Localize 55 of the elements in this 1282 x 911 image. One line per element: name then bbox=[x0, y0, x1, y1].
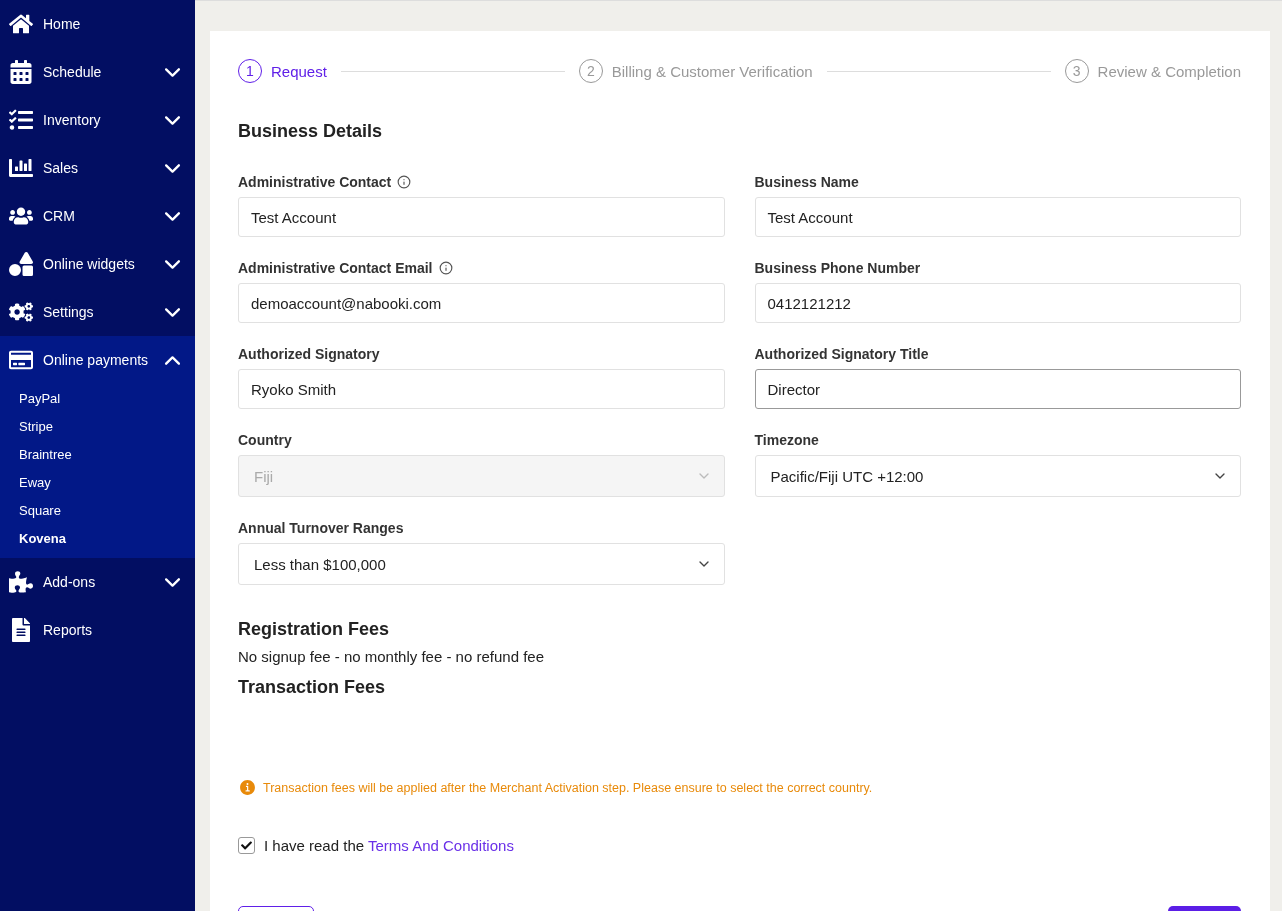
input-field[interactable]: Director bbox=[754, 369, 1241, 409]
select-field[interactable]: Less than $100,000 bbox=[238, 543, 725, 585]
sidebar-item[interactable]: Sales bbox=[0, 144, 195, 192]
notice-text: Transaction fees will be applied after the Merchant Activation step. Please ensure to select the correct country. bbox=[263, 780, 873, 795]
submenu-item[interactable]: Stripe bbox=[0, 412, 195, 440]
step-tab[interactable]: 1 Request bbox=[238, 59, 327, 83]
sidebar-item[interactable]: Schedule bbox=[0, 48, 195, 96]
field-label: Authorized Signatory Title bbox=[754, 346, 929, 362]
info-icon bbox=[438, 261, 453, 275]
select-field[interactable]: Pacific/Fiji UTC +12:00 bbox=[754, 455, 1241, 497]
input-field[interactable]: Test Account bbox=[754, 197, 1241, 237]
field-label: Country bbox=[238, 432, 292, 448]
home-icon bbox=[9, 12, 33, 36]
submenu-item[interactable]: PayPal bbox=[0, 384, 195, 412]
check-icon bbox=[241, 840, 252, 851]
puzzle-icon bbox=[9, 570, 33, 594]
checkbox[interactable] bbox=[238, 837, 255, 854]
sidebar-item[interactable]: Online payments bbox=[0, 336, 195, 384]
calendar-icon bbox=[9, 60, 33, 84]
credit-card-icon bbox=[9, 348, 33, 372]
field-label: Administrative Contact Email bbox=[238, 260, 433, 276]
info-icon bbox=[397, 175, 412, 189]
submenu-item[interactable]: Kovena bbox=[0, 524, 195, 552]
fees-text: No signup fee - no monthly fee - no refund fee bbox=[238, 648, 546, 665]
document-icon bbox=[9, 618, 33, 642]
field-label: Administrative Contact bbox=[238, 174, 392, 190]
sidebar-item[interactable]: Inventory bbox=[0, 96, 195, 144]
section-title: Business Details bbox=[238, 121, 384, 142]
settings-icon bbox=[9, 300, 33, 324]
field-label: Business Phone Number bbox=[754, 260, 921, 276]
sidebar-item[interactable]: CRM bbox=[0, 192, 195, 240]
sidebar-item[interactable]: Settings bbox=[0, 288, 195, 336]
input-field[interactable]: demoaccount@nabooki.com bbox=[238, 283, 725, 323]
field-label: Timezone bbox=[754, 432, 819, 448]
sidebar-item[interactable]: Home bbox=[0, 0, 195, 48]
checklist-icon bbox=[9, 108, 33, 132]
section-title: Transaction Fees bbox=[238, 677, 387, 698]
sidebar-item[interactable]: Online widgets bbox=[0, 240, 195, 288]
submenu-item[interactable]: Square bbox=[0, 496, 195, 524]
input-field[interactable]: Test Account bbox=[238, 197, 725, 237]
terms-text: I have read the Terms And Conditions bbox=[264, 837, 514, 854]
terms-link[interactable]: Terms And Conditions bbox=[368, 837, 514, 854]
sidebar-item[interactable]: Reports bbox=[0, 606, 195, 654]
sidebar-item[interactable]: Add-ons bbox=[0, 558, 195, 606]
input-field[interactable]: Ryoko Smith bbox=[238, 369, 725, 409]
input-field[interactable]: 0412121212 bbox=[754, 283, 1241, 323]
bar-chart-icon bbox=[9, 156, 33, 180]
field-label: Business Name bbox=[754, 174, 859, 190]
submenu-item[interactable]: Braintree bbox=[0, 440, 195, 468]
field-label: Annual Turnover Ranges bbox=[238, 520, 404, 536]
info-icon bbox=[238, 778, 257, 797]
section-title: Registration Fees bbox=[238, 619, 391, 640]
submenu-item[interactable]: Eway bbox=[0, 468, 195, 496]
field-label: Authorized Signatory bbox=[238, 346, 380, 362]
shapes-icon bbox=[9, 252, 33, 276]
